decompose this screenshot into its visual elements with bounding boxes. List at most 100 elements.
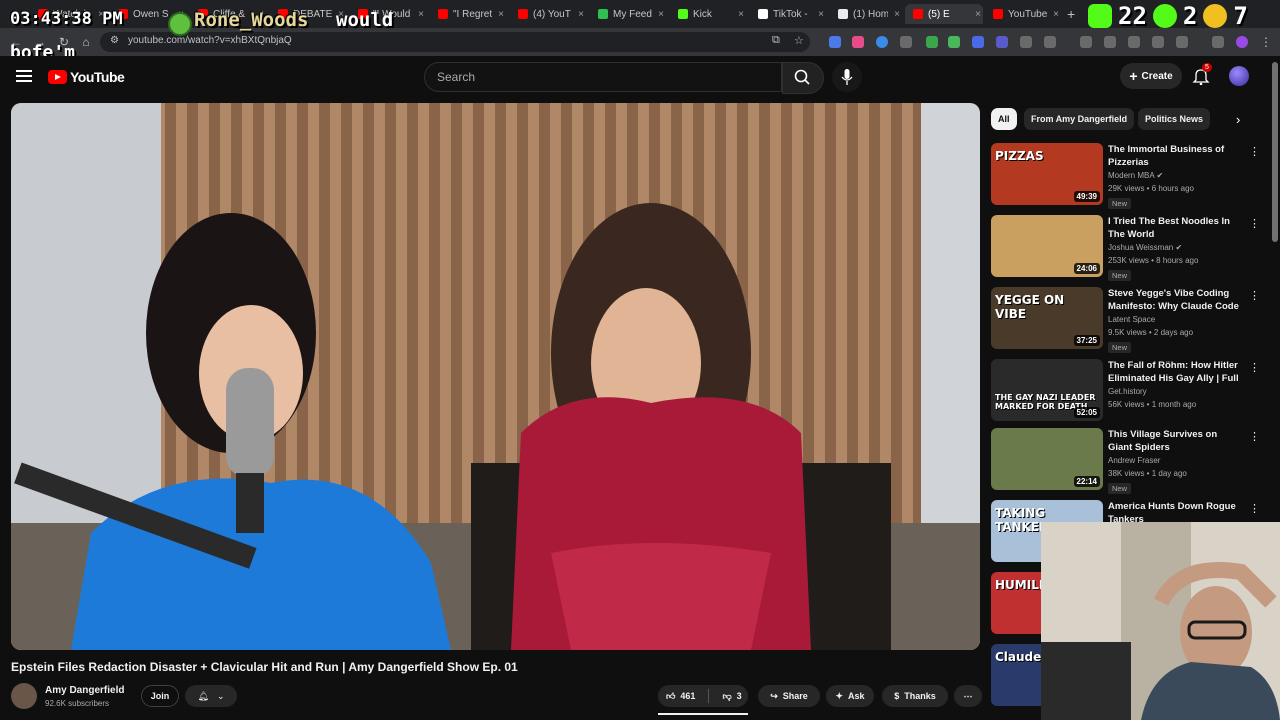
video-thumbnail[interactable]: YEGGE ON VIBE 37:25 <box>991 287 1103 349</box>
voice-search-button[interactable] <box>832 62 862 92</box>
browser-tab[interactable]: (4) YouT × <box>510 4 586 24</box>
browser-tab[interactable]: Kick × <box>670 4 746 24</box>
close-tab-icon[interactable]: × <box>973 9 983 20</box>
video-thumbnail[interactable]: 22:14 <box>991 428 1103 490</box>
thanks-button[interactable]: $ Thanks <box>882 685 948 707</box>
extension-icon[interactable] <box>1104 36 1116 48</box>
video-player[interactable] <box>11 103 980 650</box>
more-options-icon[interactable]: ⋮ <box>1249 502 1260 515</box>
scrollbar[interactable] <box>1272 62 1278 242</box>
like-button[interactable]: 👍︎ 461 <box>666 691 695 702</box>
view-count-age: 29K views • 6 hours ago <box>1108 184 1194 193</box>
create-button[interactable]: + Create <box>1120 63 1182 89</box>
recommended-channel[interactable]: Modern MBA ✔ <box>1108 171 1163 180</box>
video-thumbnail[interactable]: THE GAY NAZI LEADER MARKED FOR DEATH 52:0… <box>991 359 1103 421</box>
more-options-icon[interactable]: ⋮ <box>1249 217 1260 230</box>
recommended-video[interactable]: PIZZAS 49:39 The Immortal Business of Pizz… <box>991 143 1261 209</box>
bookmark-star-icon[interactable]: ☆ <box>794 34 804 47</box>
close-tab-icon[interactable]: × <box>736 9 746 20</box>
browser-tab[interactable]: (5) E × <box>905 4 983 24</box>
extension-icon[interactable] <box>900 36 912 48</box>
recommended-video[interactable]: 24:06 I Tried The Best Noodles In The Wor… <box>991 215 1261 281</box>
close-tab-icon[interactable]: × <box>496 9 506 20</box>
tab-favicon <box>518 9 528 19</box>
recommended-video[interactable]: 22:14 This Village Survives on Giant Spid… <box>991 428 1261 494</box>
join-button[interactable]: Join <box>141 685 179 707</box>
bell-icon: 🔔︎ <box>197 690 209 701</box>
more-options-icon[interactable]: ⋮ <box>1249 289 1260 302</box>
browser-toolbar: ← → ↻ ⌂ ⚙ youtube.com/watch?v=xhBXtQnbja… <box>0 28 1280 56</box>
browser-tab[interactable]: YouTube × <box>985 4 1061 24</box>
new-tab-button[interactable]: + <box>1067 6 1075 22</box>
address-bar[interactable]: ⚙ youtube.com/watch?v=xhBXtQnbjaQ ⧉ ☆ <box>100 32 810 52</box>
ask-button[interactable]: ✦ Ask <box>826 685 874 707</box>
browser-tab[interactable]: My Feed × <box>590 4 666 24</box>
duration-badge: 24:06 <box>1073 263 1100 274</box>
browser-tab[interactable]: (1) Hom × <box>830 4 902 24</box>
recommended-channel[interactable]: Get.history <box>1108 387 1147 396</box>
extension-icon[interactable] <box>926 36 938 48</box>
more-options-icon[interactable]: ⋮ <box>1249 145 1260 158</box>
close-tab-icon[interactable]: × <box>816 9 826 20</box>
video-thumbnail[interactable]: PIZZAS 49:39 <box>991 143 1103 205</box>
recommended-title[interactable]: Steve Yegge's Vibe Coding Manifesto: Why… <box>1108 287 1243 313</box>
extension-icon[interactable] <box>996 36 1008 48</box>
filter-chip[interactable]: Politics News <box>1138 108 1211 130</box>
share-button[interactable]: ↪ Share <box>758 685 820 707</box>
more-options-icon[interactable]: ⋮ <box>1249 361 1260 374</box>
close-tab-icon[interactable]: × <box>416 9 426 20</box>
filter-chip[interactable]: All <box>991 108 1017 130</box>
channel-avatar[interactable] <box>11 683 37 709</box>
browser-tab[interactable]: "I Regret × <box>430 4 506 24</box>
view-count-age: 38K views • 1 day ago <box>1108 469 1187 478</box>
account-avatar[interactable] <box>1229 66 1249 86</box>
search-box[interactable] <box>424 62 782 92</box>
recommended-title[interactable]: This Village Survives on Giant Spiders <box>1108 428 1243 454</box>
close-tab-icon[interactable]: × <box>1051 9 1061 20</box>
download-icon[interactable] <box>1212 36 1224 48</box>
subscription-bell-button[interactable]: 🔔︎ ⌄ <box>185 685 237 707</box>
recommended-title[interactable]: The Immortal Business of Pizzerias <box>1108 143 1243 169</box>
history-icon[interactable] <box>1080 36 1092 48</box>
extension-icon[interactable] <box>948 36 960 48</box>
puzzle-icon[interactable] <box>1044 36 1056 48</box>
site-info-icon[interactable]: ⚙ <box>110 35 119 46</box>
profile-avatar[interactable] <box>1236 36 1248 48</box>
extension-icon[interactable] <box>1176 36 1188 48</box>
extension-icon[interactable] <box>829 36 841 48</box>
extension-icon[interactable] <box>1020 36 1032 48</box>
more-actions-button[interactable]: ⋯ <box>954 685 982 707</box>
thanks-icon: $ <box>894 691 900 701</box>
cast-icon[interactable]: ⧉ <box>772 34 780 47</box>
extension-icon[interactable] <box>852 36 864 48</box>
menu-icon[interactable] <box>16 70 32 82</box>
notification-count-badge: 5 <box>1202 63 1212 72</box>
recommended-title[interactable]: The Fall of Röhm: How Hitler Eliminated … <box>1108 359 1243 385</box>
channel-name[interactable]: Amy Dangerfield <box>45 685 124 696</box>
browser-menu-icon[interactable]: ⋮ <box>1258 34 1274 50</box>
filter-chip[interactable]: From Amy Dangerfield <box>1024 108 1135 130</box>
video-thumbnail[interactable]: 24:06 <box>991 215 1103 277</box>
create-label: Create <box>1141 70 1173 82</box>
youtube-logo[interactable]: YouTube <box>48 69 125 85</box>
more-options-icon[interactable]: ⋮ <box>1249 430 1260 443</box>
search-button[interactable] <box>782 62 824 94</box>
dislike-button[interactable]: 👎︎ 3 <box>722 691 741 702</box>
home-icon[interactable]: ⌂ <box>78 34 94 50</box>
recommended-title[interactable]: I Tried The Best Noodles In The World <box>1108 215 1243 241</box>
recommended-video[interactable]: YEGGE ON VIBE 37:25 Steve Yegge's Vibe Cod… <box>991 287 1261 353</box>
search-input[interactable] <box>435 69 759 85</box>
code-icon[interactable] <box>1128 36 1140 48</box>
recommended-channel[interactable]: Latent Space <box>1108 315 1155 324</box>
extension-icon[interactable] <box>1152 36 1164 48</box>
chevron-right-icon[interactable]: › <box>1236 112 1240 127</box>
recommended-channel[interactable]: Joshua Weissman ✔ <box>1108 243 1182 252</box>
recommended-video[interactable]: THE GAY NAZI LEADER MARKED FOR DEATH 52:0… <box>991 359 1261 425</box>
extension-icon[interactable] <box>876 36 888 48</box>
close-tab-icon[interactable]: × <box>892 9 902 20</box>
browser-tab[interactable]: TikTok - × <box>750 4 826 24</box>
extension-icon[interactable] <box>972 36 984 48</box>
close-tab-icon[interactable]: × <box>576 9 586 20</box>
close-tab-icon[interactable]: × <box>656 9 666 20</box>
recommended-channel[interactable]: Andrew Fraser <box>1108 456 1160 465</box>
